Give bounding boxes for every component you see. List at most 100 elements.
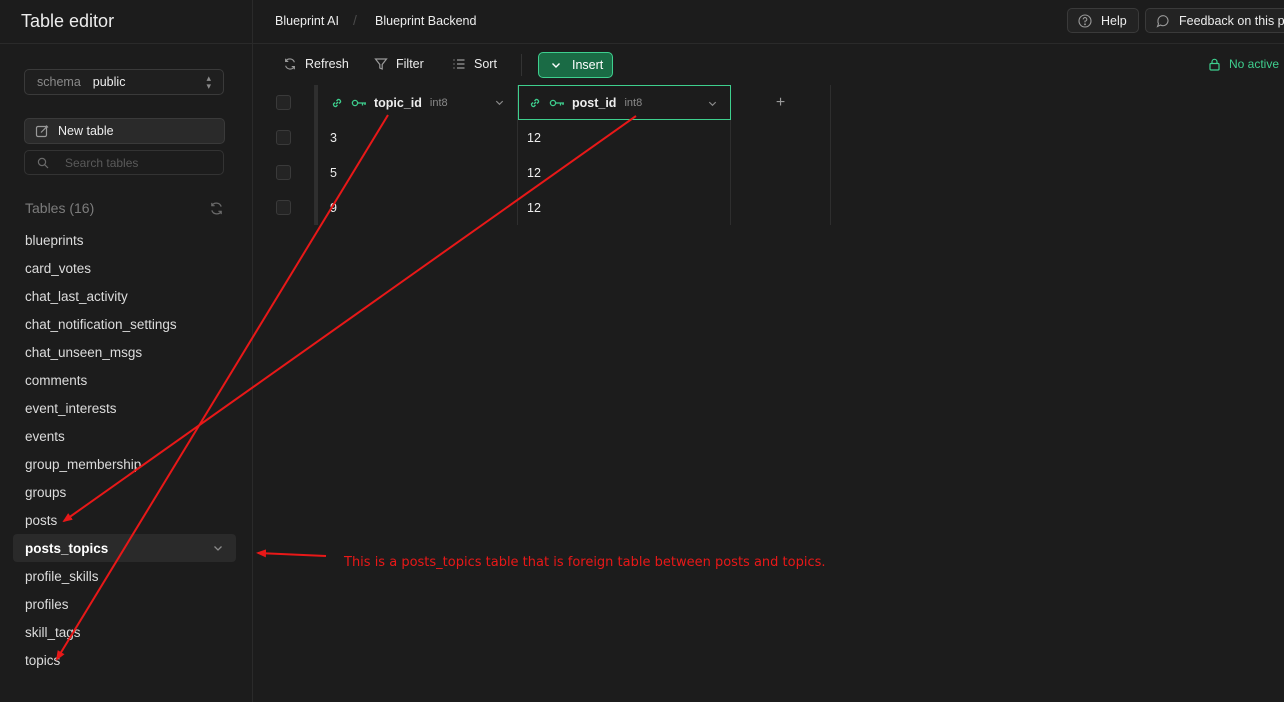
sidebar-item-label: event_interests	[25, 400, 117, 416]
row-checkbox[interactable]	[276, 165, 291, 180]
row-select-cell	[253, 190, 315, 225]
rls-status[interactable]: No active	[1208, 57, 1279, 71]
refresh-tables-icon[interactable]	[209, 201, 224, 216]
help-label: Help	[1101, 13, 1127, 28]
sidebar-item-groups[interactable]: groups	[0, 478, 253, 506]
row-select-cell	[253, 120, 315, 155]
sidebar-item-chat-notification-settings[interactable]: chat_notification_settings	[0, 310, 253, 338]
toolbar-divider	[521, 54, 522, 76]
select-all-cell	[253, 85, 315, 120]
search-tables-placeholder: Search tables	[65, 155, 139, 170]
empty-cell	[731, 120, 831, 155]
table-cell-post-id[interactable]: 12	[518, 120, 731, 155]
refresh-label: Refresh	[305, 57, 349, 71]
refresh-icon	[285, 58, 295, 70]
column-header-topic-id[interactable]: topic_id int8	[315, 85, 518, 120]
column-header-post-id[interactable]: post_id int8	[518, 85, 731, 120]
link-icon	[530, 98, 540, 107]
sort-label: Sort	[474, 57, 497, 71]
plus-icon: +	[775, 93, 786, 111]
refresh-button[interactable]: Refresh	[283, 57, 349, 71]
sidebar-item-profiles[interactable]: profiles	[0, 590, 253, 618]
table-cell-topic-id[interactable]: 9	[315, 190, 518, 225]
grid-toolbar: Refresh Filter Sort Insert No active	[253, 44, 1284, 85]
sidebar-item-profile-skills[interactable]: profile_skills	[0, 562, 253, 590]
message-icon	[1156, 14, 1169, 28]
sidebar-item-skill-tags[interactable]: skill_tags	[0, 618, 253, 646]
help-button[interactable]: Help	[1067, 8, 1139, 33]
sidebar-item-label: groups	[25, 484, 67, 500]
column-type-post-id: int8	[624, 96, 643, 109]
edit-icon	[35, 125, 49, 138]
sidebar-item-label: card_votes	[25, 260, 92, 276]
schema-select-label: schema	[37, 75, 81, 89]
row-checkbox[interactable]	[276, 130, 291, 145]
sidebar-item-label: comments	[25, 372, 88, 388]
sidebar-item-posts-topics[interactable]: posts_topics	[13, 534, 236, 562]
chevron-down-icon	[552, 63, 560, 68]
sidebar-item-chat-last-activity[interactable]: chat_last_activity	[0, 282, 253, 310]
chevron-down-icon[interactable]	[212, 542, 224, 554]
search-icon	[37, 157, 49, 168]
link-icon	[332, 98, 342, 107]
key-icon	[351, 99, 366, 106]
table-cell-topic-id[interactable]: 5	[315, 155, 518, 190]
annotation-note: This is a posts_topics table that is for…	[344, 555, 826, 570]
table-cell-topic-id[interactable]: 3	[315, 120, 518, 155]
empty-cell	[731, 190, 831, 225]
insert-button[interactable]: Insert	[538, 52, 613, 78]
rls-status-label: No active	[1229, 57, 1280, 71]
sidebar-item-posts[interactable]: posts	[0, 506, 253, 534]
chevron-up-down-icon: ▴ ▾	[206, 73, 211, 91]
sidebar-item-events[interactable]: events	[0, 422, 253, 450]
sidebar-item-blueprints[interactable]: blueprints	[0, 226, 253, 254]
sidebar-item-label: topics	[25, 652, 61, 668]
help-circle-icon	[1078, 13, 1092, 28]
sidebar: Table editor schema public ▴ ▾ New table …	[0, 0, 253, 702]
sidebar-item-chat-unseen-msgs[interactable]: chat_unseen_msgs	[0, 338, 253, 366]
annotation-arrow-to-posts-topics	[256, 549, 327, 558]
sort-button[interactable]: Sort	[452, 57, 497, 71]
sidebar-item-event-interests[interactable]: event_interests	[0, 394, 253, 422]
filter-button[interactable]: Filter	[374, 57, 424, 71]
schema-select[interactable]: schema public ▴ ▾	[24, 69, 224, 95]
breadcrumb-org[interactable]: Blueprint AI	[275, 14, 339, 28]
sidebar-title: Table editor	[21, 11, 115, 31]
select-all-checkbox[interactable]	[276, 95, 291, 110]
chevron-down-icon[interactable]	[494, 97, 505, 108]
key-icon	[549, 99, 564, 106]
sidebar-item-label: blueprints	[25, 232, 84, 248]
schema-select-value: public	[92, 75, 126, 89]
table-list: blueprints card_votes chat_last_activitych…	[0, 226, 253, 674]
sidebar-item-label: skill_tags	[25, 624, 81, 640]
new-table-label: New table	[58, 124, 114, 138]
search-tables-input[interactable]: Search tables	[24, 150, 224, 175]
sidebar-divider	[0, 43, 253, 44]
tables-heading: Tables (16)	[25, 200, 95, 216]
column-type-topic-id: int8	[429, 96, 448, 109]
row-checkbox[interactable]	[276, 200, 291, 215]
feedback-label: Feedback on this pa	[1179, 13, 1284, 28]
table-cell-post-id[interactable]: 12	[518, 155, 731, 190]
chevron-down-icon[interactable]	[707, 98, 718, 109]
sidebar-item-comments[interactable]: comments	[0, 366, 253, 394]
feedback-button[interactable]: Feedback on this pa	[1145, 8, 1284, 33]
table-cell-post-id[interactable]: 12	[518, 190, 731, 225]
insert-label: Insert	[572, 58, 604, 72]
column-name-post-id: post_id	[572, 95, 617, 110]
sidebar-item-label: chat_unseen_msgs	[25, 344, 143, 360]
sidebar-item-label: chat_last_activity	[25, 288, 128, 304]
sidebar-item-topics[interactable]: topics	[0, 646, 253, 674]
row-select-cell	[253, 155, 315, 190]
sidebar-item-group-membership[interactable]: group_membership	[0, 450, 253, 478]
sidebar-item-label: events	[25, 428, 65, 444]
new-table-button[interactable]: New table	[24, 118, 225, 144]
empty-cell	[731, 155, 831, 190]
sidebar-item-card-votes[interactable]: card_votes	[0, 254, 253, 282]
breadcrumb-separator: /	[353, 12, 357, 28]
app-window: Table editor schema public ▴ ▾ New table …	[0, 0, 1284, 702]
add-column-button[interactable]: +	[731, 85, 831, 120]
top-bar: Blueprint AI / Blueprint Backend Help Fe…	[253, 0, 1284, 44]
breadcrumb-project[interactable]: Blueprint Backend	[375, 14, 476, 28]
lock-icon	[1209, 58, 1220, 71]
